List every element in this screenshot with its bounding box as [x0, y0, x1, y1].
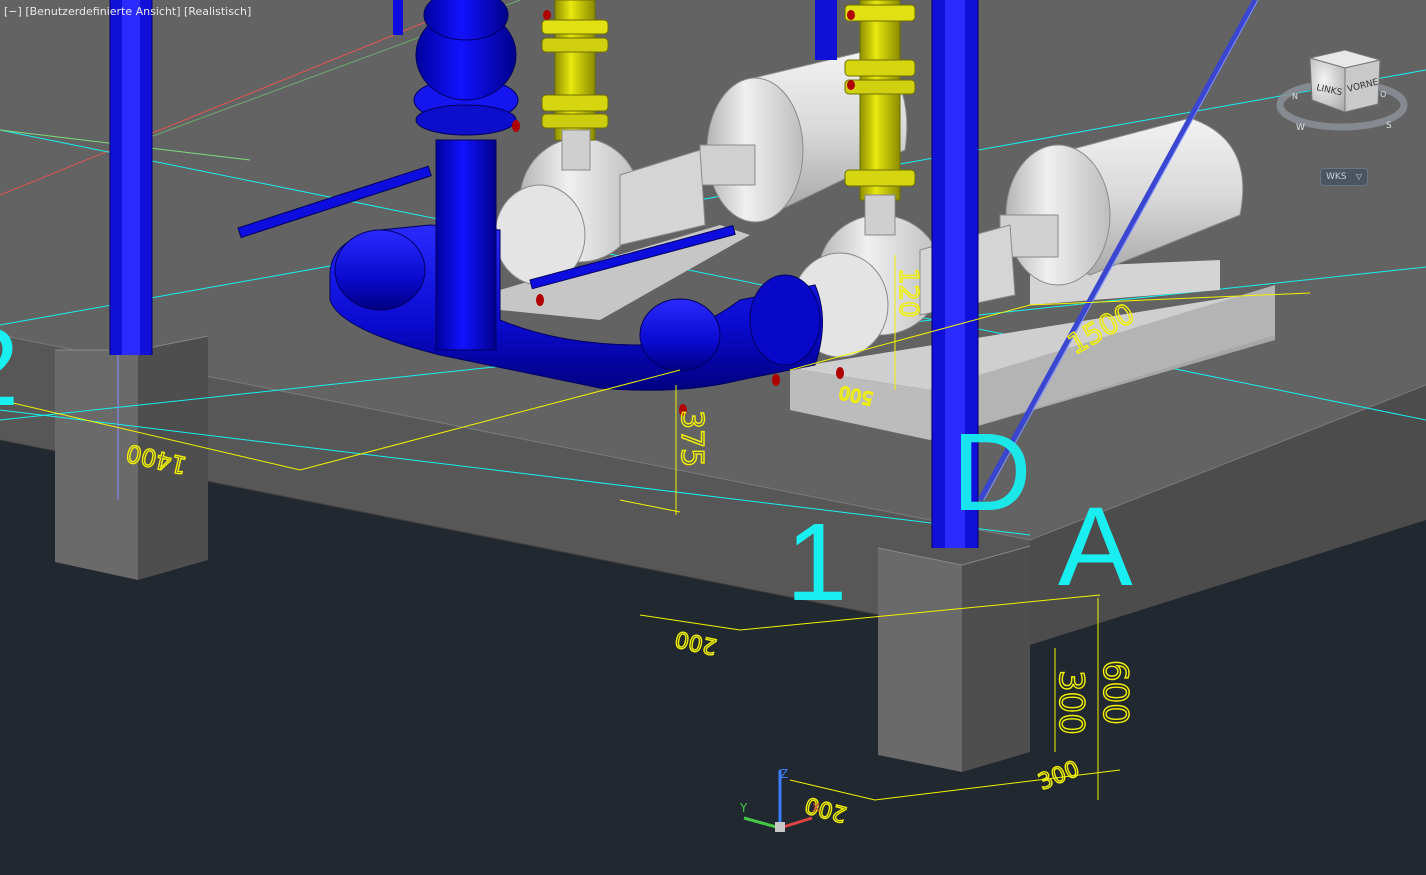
steel-column-rear: [815, 0, 837, 60]
ucs-z-label: Z: [780, 767, 788, 781]
dim-200-top: 200: [673, 625, 719, 658]
foundation-column-right: [877, 545, 1031, 772]
visual-style-selector[interactable]: [Realistisch]: [184, 5, 251, 18]
view-selector[interactable]: [Benutzerdefinierte Ansicht]: [25, 5, 180, 18]
compass-south[interactable]: S: [1386, 121, 1392, 131]
viewport-menu-button[interactable]: [−]: [4, 5, 22, 18]
steel-column-left: [109, 0, 153, 355]
compass-west[interactable]: W: [1296, 123, 1305, 133]
dim-120: 120: [893, 268, 923, 318]
ucs-dropdown-value: WKS: [1326, 172, 1347, 182]
compass-north[interactable]: N: [1292, 92, 1298, 101]
grid-label-1: 1: [786, 501, 847, 624]
dim-375: 375: [674, 410, 709, 467]
grid-label-0-partial: D: [952, 411, 1031, 534]
grid-label-a: A: [1058, 484, 1133, 609]
dim-200-bottom: 200: [803, 791, 850, 826]
grid-label-2: 2: [0, 306, 19, 429]
dim-600: 600: [1095, 660, 1135, 725]
dim-300-bottom: 300: [1035, 757, 1083, 796]
dim-300: 300: [1051, 670, 1091, 735]
model-viewport[interactable]: 1400 375 120 500 1500 200 300 600 300 20…: [0, 0, 1426, 875]
3d-scene[interactable]: 1400 375 120 500 1500 200 300 600 300 20…: [0, 0, 1426, 875]
chevron-down-icon: ▽: [1355, 172, 1362, 181]
compass-east[interactable]: O: [1380, 90, 1386, 99]
ucs-y-label: Y: [739, 801, 748, 815]
ucs-x-label: X: [812, 801, 820, 815]
ucs-dropdown[interactable]: WKS ▽: [1320, 168, 1368, 186]
viewport-controls-label: [−] [Benutzerdefinierte Ansicht] [Realis…: [4, 5, 251, 18]
